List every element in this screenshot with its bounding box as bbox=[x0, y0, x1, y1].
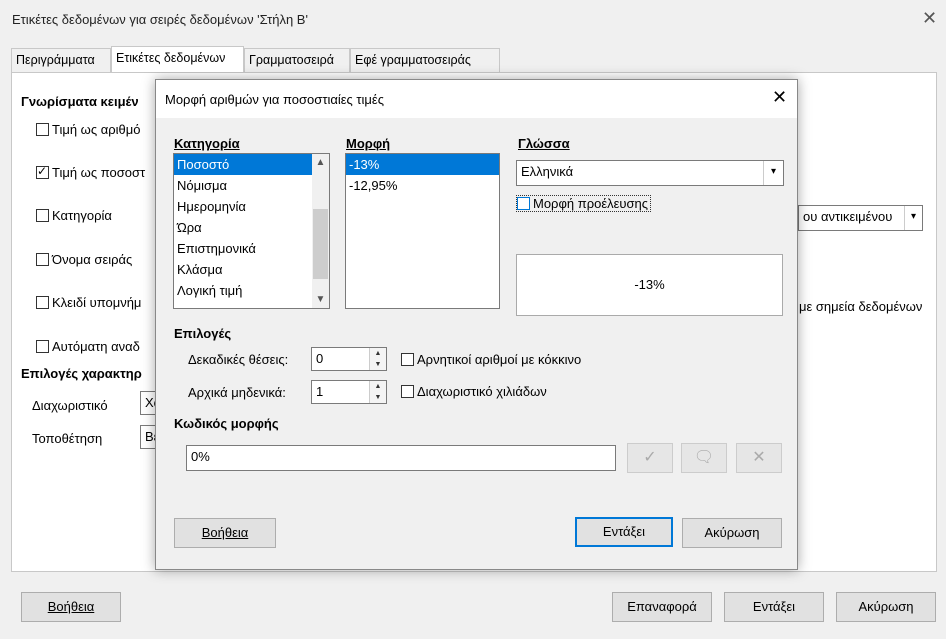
checkmark-icon[interactable]: ✓ bbox=[627, 443, 673, 473]
list-item[interactable]: -13% bbox=[346, 154, 499, 175]
checkbox-box[interactable] bbox=[36, 209, 49, 223]
chevron-down-icon[interactable]: ▾ bbox=[904, 206, 922, 230]
checkbox-series-name[interactable]: Όνομα σειράς bbox=[36, 252, 132, 267]
help-label: Βοήθεια bbox=[47, 599, 95, 614]
checkbox-box[interactable] bbox=[401, 385, 414, 399]
list-item[interactable]: Ημερομηνία bbox=[174, 196, 329, 217]
outer-cancel-button[interactable]: Ακύρωση bbox=[836, 592, 936, 622]
outer-ok-button[interactable]: Εντάξει bbox=[724, 592, 824, 622]
list-item[interactable]: Λογική τιμή bbox=[174, 280, 329, 301]
format-header: Μορφή bbox=[346, 136, 391, 151]
checkbox-box[interactable] bbox=[36, 296, 49, 310]
checkbox-label: Αρνητικοί αριθμοί με κόκκινο bbox=[417, 352, 582, 367]
format-code-header: Κωδικός μορφής bbox=[174, 416, 279, 431]
category-header: Κατηγορία bbox=[174, 136, 240, 151]
chevron-down-icon[interactable]: ▼ bbox=[370, 359, 386, 370]
format-list[interactable]: -13% -12,95% bbox=[345, 153, 500, 309]
checkbox-auto-wrap[interactable]: Αυτόματη αναδ bbox=[36, 339, 140, 354]
outer-dialog-title: Ετικέτες δεδομένων για σειρές δεδομένων … bbox=[12, 12, 308, 27]
right-text: με σημεία δεδομένων bbox=[799, 299, 923, 314]
text-options-header: Επιλογές χαρακτηρ bbox=[21, 366, 142, 381]
checkbox-box[interactable] bbox=[517, 197, 530, 211]
leading-zeros-label: Αρχικά μηδενικά: bbox=[188, 385, 286, 400]
checkbox-box[interactable] bbox=[36, 164, 49, 180]
checkbox-label: Κλειδί υπομνήμ bbox=[52, 295, 142, 310]
text-attributes-header: Γνωρίσματα κειμέν bbox=[21, 94, 139, 109]
format-dialog-title: Μορφή αριθμών για ποσοστιαίες τιμές bbox=[165, 92, 384, 107]
chevron-up-icon[interactable]: ▲ bbox=[312, 154, 329, 171]
tab-font-effects[interactable]: Εφέ γραμματοσειράς bbox=[350, 48, 500, 72]
checkbox-negative-red[interactable]: Αρνητικοί αριθμοί με κόκκινο bbox=[401, 352, 581, 367]
inner-ok-button[interactable]: Εντάξει bbox=[575, 517, 673, 547]
category-scrollbar[interactable]: ▲ ▼ bbox=[312, 154, 329, 308]
tab-data-labels[interactable]: Ετικέτες δεδομένων bbox=[111, 46, 244, 72]
list-item[interactable]: Κλάσμα bbox=[174, 259, 329, 280]
tab-borders[interactable]: Περιγράμματα bbox=[11, 48, 111, 72]
outer-help-button[interactable]: Βοήθεια bbox=[21, 592, 121, 622]
options-header: Επιλογές bbox=[174, 326, 232, 341]
decimal-places-spinner[interactable]: 0 ▲ ▼ bbox=[311, 347, 387, 371]
checkbox-value-as-percent[interactable]: Τιμή ως ποσοστ bbox=[36, 164, 146, 180]
list-item[interactable]: Ποσοστό bbox=[174, 154, 312, 175]
comment-icon[interactable]: 🗨 bbox=[681, 443, 727, 473]
language-select[interactable]: Ελληνικά ▾ bbox=[516, 160, 784, 186]
checkbox-box[interactable] bbox=[36, 253, 49, 267]
checkbox-label: Μορφή προέλευσης bbox=[533, 196, 649, 211]
chevron-up-icon[interactable]: ▲ bbox=[370, 348, 386, 359]
format-dialog: Μορφή αριθμών για ποσοστιαίες τιμές ✕ Κα… bbox=[155, 79, 798, 570]
scroll-thumb[interactable] bbox=[313, 209, 328, 279]
chevron-down-icon[interactable]: ▼ bbox=[312, 291, 329, 308]
outer-close-icon[interactable]: ✕ bbox=[922, 8, 937, 29]
chevron-down-icon[interactable]: ▾ bbox=[763, 161, 783, 185]
checkbox-thousands-separator[interactable]: Διαχωριστικό χιλιάδων bbox=[401, 384, 547, 399]
list-item[interactable]: Ώρα bbox=[174, 217, 329, 238]
list-item[interactable]: -12,95% bbox=[346, 175, 499, 196]
rotate-select-value: ου αντικειμένου bbox=[803, 209, 893, 224]
checkbox-label: Αυτόματη αναδ bbox=[52, 339, 140, 354]
checkbox-category[interactable]: Κατηγορία bbox=[36, 208, 112, 223]
checkbox-box[interactable] bbox=[36, 340, 49, 354]
decimal-places-label: Δεκαδικές θέσεις: bbox=[188, 352, 289, 367]
checkbox-source-format[interactable]: Μορφή προέλευσης bbox=[516, 195, 652, 213]
language-value: Ελληνικά bbox=[521, 164, 574, 179]
checkbox-label: Κατηγορία bbox=[52, 208, 112, 223]
delete-icon[interactable]: ✕ bbox=[736, 443, 782, 473]
placement-label: Τοποθέτηση bbox=[32, 431, 103, 446]
checkbox-legend-key[interactable]: Κλειδί υπομνήμ bbox=[36, 295, 141, 310]
checkbox-value-as-number[interactable]: Τιμή ως αριθμό bbox=[36, 122, 140, 137]
inner-cancel-button[interactable]: Ακύρωση bbox=[682, 518, 782, 548]
category-list[interactable]: Ποσοστό Νόμισμα Ημερομηνία Ώρα Επιστημον… bbox=[173, 153, 330, 309]
spinner-value: 1 bbox=[316, 384, 324, 399]
separator-label: Διαχωριστικό bbox=[32, 398, 108, 413]
chevron-down-icon[interactable]: ▼ bbox=[370, 392, 386, 403]
outer-reset-button[interactable]: Επαναφορά bbox=[612, 592, 712, 622]
help-label: Βοήθεια bbox=[201, 525, 249, 540]
inner-help-button[interactable]: Βοήθεια bbox=[174, 518, 276, 548]
spinner-value: 0 bbox=[316, 351, 324, 366]
format-dialog-titlebar: Μορφή αριθμών για ποσοστιαίες τιμές ✕ bbox=[156, 80, 797, 118]
checkbox-label: Τιμή ως ποσοστ bbox=[52, 165, 146, 180]
language-header: Γλώσσα bbox=[518, 136, 570, 151]
close-icon[interactable]: ✕ bbox=[772, 87, 787, 108]
checkbox-box[interactable] bbox=[401, 353, 414, 367]
leading-zeros-spinner[interactable]: 1 ▲ ▼ bbox=[311, 380, 387, 404]
checkbox-label: Διαχωριστικό χιλιάδων bbox=[417, 384, 547, 399]
chevron-up-icon[interactable]: ▲ bbox=[370, 381, 386, 392]
checkbox-box[interactable] bbox=[36, 123, 49, 137]
checkbox-label: Όνομα σειράς bbox=[52, 252, 133, 267]
checkbox-label: Τιμή ως αριθμό bbox=[52, 122, 141, 137]
list-item[interactable]: Νόμισμα bbox=[174, 175, 329, 196]
format-code-input[interactable]: 0% bbox=[186, 445, 616, 471]
preview-box: -13% bbox=[516, 254, 783, 316]
list-item[interactable]: Επιστημονικά bbox=[174, 238, 329, 259]
tab-font[interactable]: Γραμματοσειρά bbox=[244, 48, 350, 72]
rotate-select[interactable]: ου αντικειμένου ▾ bbox=[798, 205, 923, 231]
